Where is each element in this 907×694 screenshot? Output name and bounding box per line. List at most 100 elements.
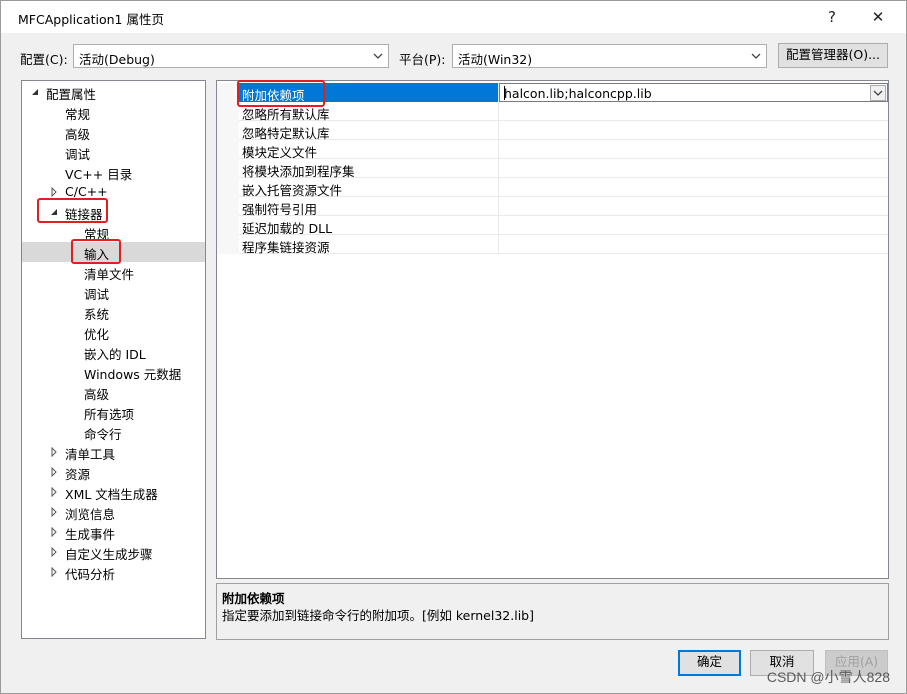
property-value-cell[interactable] bbox=[499, 178, 888, 197]
tree-item[interactable]: 自定义生成步骤 bbox=[22, 542, 205, 562]
tree-item[interactable]: 调试 bbox=[22, 142, 205, 162]
chevron-down-icon bbox=[751, 53, 761, 59]
tree-item-label: 清单文件 bbox=[84, 267, 135, 282]
title-bar: MFCApplication1 属性页 ? ✕ bbox=[1, 1, 906, 33]
tree-item[interactable]: 高级 bbox=[22, 382, 205, 402]
row-gutter bbox=[217, 83, 239, 102]
property-value-cell[interactable] bbox=[499, 121, 888, 140]
tree-item-label: 优化 bbox=[84, 327, 110, 342]
property-value-cell[interactable] bbox=[499, 235, 888, 254]
tree-item-label: 常规 bbox=[65, 107, 91, 122]
tree-item-label: 调试 bbox=[65, 147, 91, 162]
tree-item[interactable]: 配置属性 bbox=[22, 82, 205, 102]
tree-item-label: VC++ 目录 bbox=[65, 167, 133, 182]
property-name-cell[interactable]: 程序集链接资源 bbox=[239, 235, 499, 255]
help-button[interactable]: ? bbox=[817, 5, 847, 29]
property-value-input[interactable]: halcon.lib;halconcpp.lib bbox=[499, 83, 888, 102]
tree-item[interactable]: 优化 bbox=[22, 322, 205, 342]
tree-item[interactable]: 资源 bbox=[22, 462, 205, 482]
property-name-cell[interactable]: 忽略特定默认库 bbox=[239, 121, 499, 141]
config-combo-value: 活动(Debug) bbox=[79, 52, 155, 67]
tree-item-label: 嵌入的 IDL bbox=[84, 347, 146, 362]
property-value-cell[interactable] bbox=[499, 159, 888, 178]
highlight-box-additional-deps bbox=[237, 80, 325, 107]
window-title: MFCApplication1 属性页 bbox=[18, 12, 164, 27]
tree-item-label: 代码分析 bbox=[65, 567, 116, 582]
watermark: CSDN @小雪人828 bbox=[766, 669, 890, 685]
tree-item[interactable]: 清单工具 bbox=[22, 442, 205, 462]
tree-item-label: XML 文档生成器 bbox=[65, 487, 158, 502]
property-name-cell[interactable]: 嵌入托管资源文件 bbox=[239, 178, 499, 198]
tree-item[interactable]: 常规 bbox=[22, 102, 205, 122]
description-panel: 附加依赖项 指定要添加到链接命令行的附加项。[例如 kernel32.lib] bbox=[216, 583, 889, 640]
tree-item[interactable]: 生成事件 bbox=[22, 522, 205, 542]
tree-item[interactable]: VC++ 目录 bbox=[22, 162, 205, 182]
tree-item[interactable]: 浏览信息 bbox=[22, 502, 205, 522]
platform-combo-value: 活动(Win32) bbox=[458, 52, 533, 67]
tree-item[interactable]: 调试 bbox=[22, 282, 205, 302]
property-name: 程序集链接资源 bbox=[242, 240, 330, 255]
property-tree[interactable]: 配置属性 常规 高级 调试 VC++ 目录 C/C++ 链接器 常规 输入 清单文件 调试 系统 优化嵌… bbox=[21, 80, 206, 639]
property-name-cell[interactable]: 延迟加载的 DLL bbox=[239, 216, 499, 236]
property-row[interactable]: 强制符号引用 bbox=[217, 197, 888, 217]
tree-item-label: 命令行 bbox=[84, 427, 122, 442]
platform-label: 平台(P): bbox=[399, 52, 446, 67]
property-value-cell[interactable] bbox=[499, 140, 888, 159]
row-gutter bbox=[217, 102, 239, 121]
tree-item-label: 清单工具 bbox=[65, 447, 116, 462]
collapsed-triangle-icon[interactable] bbox=[49, 567, 59, 577]
tree-item[interactable]: 代码分析 bbox=[22, 562, 205, 582]
property-row[interactable]: 模块定义文件 bbox=[217, 140, 888, 160]
row-gutter bbox=[217, 140, 239, 159]
platform-combo[interactable]: 活动(Win32) bbox=[452, 44, 767, 68]
tree-item-label: 浏览信息 bbox=[65, 507, 116, 522]
close-button[interactable]: ✕ bbox=[863, 5, 893, 29]
property-row[interactable]: 延迟加载的 DLL bbox=[217, 216, 888, 236]
config-manager-button[interactable]: 配置管理器(O)... bbox=[778, 43, 888, 68]
description-text: 指定要添加到链接命令行的附加项。[例如 kernel32.lib] bbox=[222, 608, 534, 623]
property-value-cell[interactable] bbox=[499, 102, 888, 121]
expanded-triangle-icon[interactable] bbox=[30, 87, 40, 97]
property-name-cell[interactable]: 强制符号引用 bbox=[239, 197, 499, 217]
property-name-cell[interactable]: 模块定义文件 bbox=[239, 140, 499, 160]
tree-item[interactable]: 系统 bbox=[22, 302, 205, 322]
chevron-down-icon bbox=[873, 90, 883, 96]
tree-item-label: 资源 bbox=[65, 467, 91, 482]
property-row[interactable]: 忽略特定默认库 bbox=[217, 121, 888, 141]
ok-button[interactable]: 确定 bbox=[678, 650, 741, 676]
row-gutter bbox=[217, 197, 239, 216]
property-row[interactable]: 将模块添加到程序集 bbox=[217, 159, 888, 179]
property-value-cell[interactable] bbox=[499, 216, 888, 235]
tree-item-label: 生成事件 bbox=[65, 527, 116, 542]
collapsed-triangle-icon[interactable] bbox=[49, 487, 59, 497]
tree-item[interactable]: 清单文件 bbox=[22, 262, 205, 282]
tree-item-label: 系统 bbox=[84, 307, 110, 322]
config-combo[interactable]: 活动(Debug) bbox=[73, 44, 389, 68]
text-caret bbox=[504, 86, 505, 100]
tree-item-label: C/C++ bbox=[65, 184, 108, 199]
collapsed-triangle-icon[interactable] bbox=[49, 467, 59, 477]
property-value: halcon.lib;halconcpp.lib bbox=[504, 86, 652, 101]
tree-item-label: 调试 bbox=[84, 287, 110, 302]
collapsed-triangle-icon[interactable] bbox=[49, 187, 59, 197]
tree-item[interactable]: 命令行 bbox=[22, 422, 205, 442]
tree-item-label: 配置属性 bbox=[46, 87, 97, 102]
chevron-down-icon bbox=[373, 53, 383, 59]
property-row[interactable]: 程序集链接资源 bbox=[217, 235, 888, 255]
tree-item[interactable]: Windows 元数据 bbox=[22, 362, 205, 382]
tree-item[interactable]: 高级 bbox=[22, 122, 205, 142]
collapsed-triangle-icon[interactable] bbox=[49, 447, 59, 457]
property-value-cell[interactable] bbox=[499, 197, 888, 216]
tree-item[interactable]: XML 文档生成器 bbox=[22, 482, 205, 502]
property-row[interactable]: 嵌入托管资源文件 bbox=[217, 178, 888, 198]
collapsed-triangle-icon[interactable] bbox=[49, 527, 59, 537]
value-dropdown-button[interactable] bbox=[870, 85, 886, 101]
tree-item[interactable]: 所有选项 bbox=[22, 402, 205, 422]
collapsed-triangle-icon[interactable] bbox=[49, 507, 59, 517]
collapsed-triangle-icon[interactable] bbox=[49, 547, 59, 557]
property-grid[interactable]: 附加依赖项 halcon.lib;halconcpp.lib 忽略所有默认库 忽略特定… bbox=[216, 80, 889, 579]
tree-item[interactable]: 嵌入的 IDL bbox=[22, 342, 205, 362]
property-name-cell[interactable]: 将模块添加到程序集 bbox=[239, 159, 499, 179]
tree-item-label: Windows 元数据 bbox=[84, 367, 182, 382]
row-gutter bbox=[217, 235, 239, 254]
